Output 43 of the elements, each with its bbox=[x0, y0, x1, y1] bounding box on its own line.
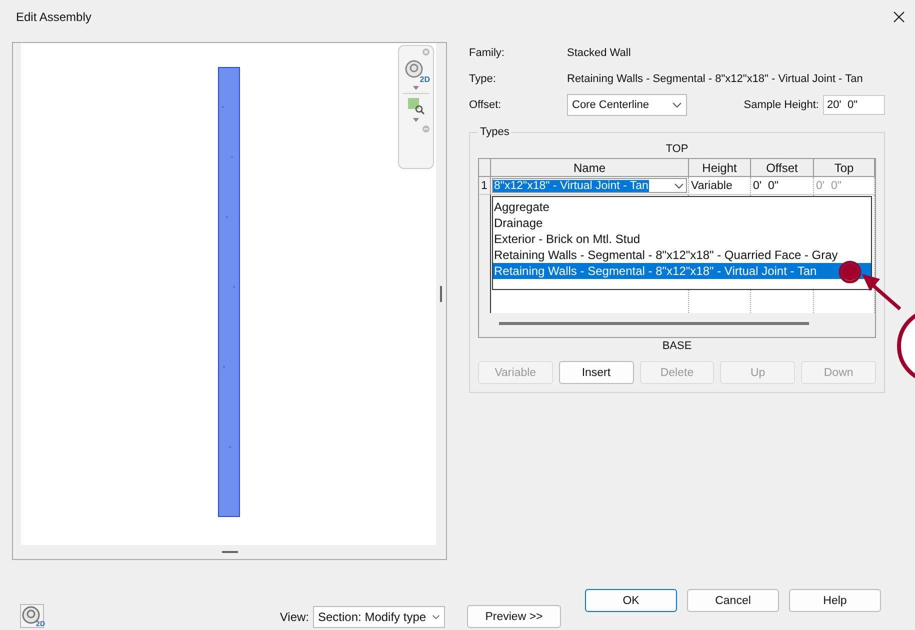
dialog-button[interactable]: OK bbox=[585, 589, 677, 612]
zoom-icon[interactable] bbox=[407, 97, 425, 115]
scrollbar-thumb[interactable] bbox=[440, 286, 442, 302]
chevron-icon[interactable] bbox=[432, 614, 440, 620]
preview-button[interactable]: Preview >> bbox=[467, 605, 561, 628]
scrollbar-thumb[interactable] bbox=[222, 551, 238, 553]
dropdown-option[interactable]: Retaining Walls - Segmental - 8"x12"x18" - Quarried Face - Gray bbox=[493, 247, 871, 263]
table-cell: Variable bbox=[689, 177, 751, 195]
field-label: Offset: bbox=[469, 99, 502, 111]
dropdown-option[interactable]: Exterior - Brick on Mtl. Stud bbox=[493, 231, 871, 247]
column-header: Top bbox=[814, 159, 875, 177]
table-caption: TOP bbox=[666, 142, 688, 157]
table-button[interactable]: Insert bbox=[558, 361, 634, 384]
field-value: Stacked Wall bbox=[567, 47, 631, 59]
column-header: Height bbox=[689, 159, 751, 177]
name-dropdown[interactable]: 8"x12"x18" - Virtual Joint - Tan bbox=[492, 178, 687, 193]
dropdown-option[interactable]: Retaining Walls - Segmental - 8"x12"x18" - Virtual Joint - Tan bbox=[493, 263, 871, 279]
close-icon[interactable] bbox=[893, 11, 905, 23]
field-value: Retaining Walls - Segmental - 8"x12"x18" - Virtual Joint - Tan bbox=[567, 73, 863, 85]
chevron-icon[interactable] bbox=[674, 182, 684, 188]
table-cell: 0' 0" bbox=[751, 177, 814, 195]
dialog-button[interactable]: Cancel bbox=[687, 589, 779, 612]
table-caption: BASE bbox=[662, 339, 692, 354]
caret-icon[interactable] bbox=[413, 86, 419, 90]
field-label: Sample Height: bbox=[744, 99, 819, 111]
window-title: Edit Assembly bbox=[16, 10, 92, 24]
view-dropdown[interactable]: Section: Modify type bbox=[313, 606, 445, 628]
dialog-button[interactable]: Help bbox=[789, 589, 881, 612]
row-number: 1 bbox=[479, 177, 491, 195]
field-label: Type: bbox=[469, 73, 497, 85]
view-label: View: bbox=[280, 610, 309, 624]
scrollbar-thumb[interactable] bbox=[499, 322, 809, 324]
column-header: Offset bbox=[751, 159, 814, 177]
offset-dropdown[interactable]: Core Centerline bbox=[567, 94, 687, 116]
caret-icon[interactable] bbox=[413, 118, 419, 122]
sample-height-field[interactable]: 20' 0" bbox=[823, 95, 885, 115]
dropdown-option[interactable]: Drainage bbox=[493, 215, 871, 231]
table-cell: 0' 0" bbox=[814, 177, 875, 195]
group-title: Types bbox=[478, 126, 512, 138]
dropdown-option[interactable]: Aggregate bbox=[493, 199, 871, 215]
chevron-icon[interactable] bbox=[672, 102, 682, 108]
field-label: Family: bbox=[469, 47, 506, 59]
column-header: Name bbox=[491, 159, 689, 177]
